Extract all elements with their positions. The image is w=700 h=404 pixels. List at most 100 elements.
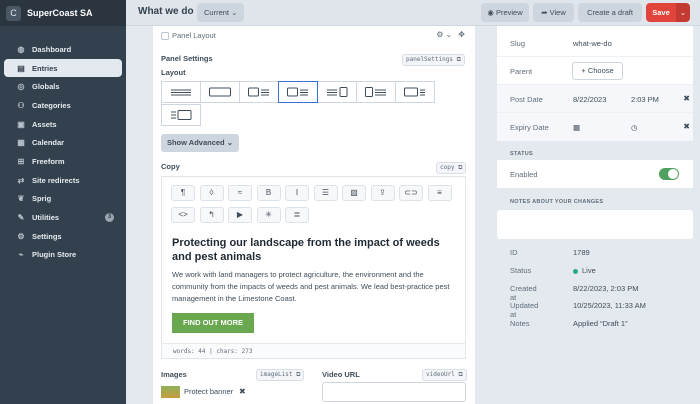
parent-row: Parent + Choose xyxy=(497,57,693,85)
panel-tools[interactable]: ⚙⌄ ✥ xyxy=(436,30,467,39)
panel-layout-checkbox[interactable] xyxy=(161,32,169,40)
rich-text-editor[interactable]: ¶ ◊ ≈ B I ☰ ▨ ⇪ ⊂⊃ ≡ <> ↰ ▶ ✳ ≣ Protecting our landsca… xyxy=(161,176,466,359)
info-label: Status xyxy=(510,266,532,275)
find-out-more-button[interactable]: FIND OUT MORE xyxy=(172,313,254,333)
site-select[interactable]: Current ⌄ xyxy=(197,3,245,22)
editor-heading[interactable]: Protecting our landscape from the impact… xyxy=(172,236,457,264)
status-heading: STATUS xyxy=(510,151,533,157)
layout-icon xyxy=(287,87,308,97)
entries-icon: ▤ xyxy=(17,63,25,73)
sidebar-item-freeform[interactable]: ⊞ Freeform xyxy=(4,152,122,171)
save-button[interactable]: Save xyxy=(646,3,676,22)
sidebar-item-dashboard[interactable]: ◍ Dashboard xyxy=(4,40,122,59)
sidebar-item-utilities[interactable]: ✎ Utilities 3 xyxy=(4,208,122,227)
color-icon[interactable]: ◊ xyxy=(199,185,224,201)
images-handle-text: imageList xyxy=(260,371,293,378)
sidebar-item-label: Calendar xyxy=(32,138,65,148)
sidebar-item-site-redirects[interactable]: ⇄ Site redirects xyxy=(4,171,122,190)
layout-option-4[interactable] xyxy=(278,81,318,103)
clear-expiry-date-icon[interactable]: ✖ xyxy=(683,122,690,131)
post-time-input[interactable]: 2:03 PM xyxy=(631,95,659,104)
notes-textarea[interactable] xyxy=(497,210,693,239)
panel-settings-handle[interactable]: panelSettings ⧉ xyxy=(402,54,465,66)
choose-label: Choose xyxy=(587,66,614,75)
sidebar-item-settings[interactable]: ⚙ Settings xyxy=(4,227,122,246)
layout-option-8[interactable] xyxy=(161,104,201,126)
sidebar-item-label: Site redirects xyxy=(32,175,80,185)
sidebar-item-categories[interactable]: ⚇ Categories xyxy=(4,96,122,115)
copy-icon: ⧉ xyxy=(458,164,463,171)
align-icon[interactable]: ≣ xyxy=(285,207,309,223)
sidebar-item-plugin-store[interactable]: ⌁ Plugin Store xyxy=(4,246,122,265)
preview-label: Preview xyxy=(495,8,523,17)
sidebar-item-sprig[interactable]: ❦ Sprig xyxy=(4,190,122,209)
italic-icon[interactable]: I xyxy=(285,185,309,201)
globe-icon: ◎ xyxy=(17,82,25,92)
panel-layout-label: Panel Layout xyxy=(172,31,216,40)
bullet-list-icon[interactable]: ≡ xyxy=(427,185,452,201)
gear-icon[interactable]: ⚙⌄ xyxy=(436,30,454,39)
create-draft-button[interactable]: Create a draft xyxy=(578,3,642,22)
sidebar-item-globals[interactable]: ◎ Globals xyxy=(4,77,122,96)
layout-option-7[interactable] xyxy=(395,81,435,103)
layout-option-3[interactable] xyxy=(239,81,279,103)
show-advanced-button[interactable]: Show Advanced ⌄ xyxy=(161,134,239,152)
sidebar-item-calendar[interactable]: ▦ Calendar xyxy=(4,133,122,152)
layout-option-5[interactable] xyxy=(317,81,357,103)
char-count: chars: 273 xyxy=(216,348,253,355)
layout-label: Layout xyxy=(161,68,186,77)
sidebar-nav: ◍ Dashboard ▤ Entries ◎ Globals ⚇ Categories ▣ As… xyxy=(0,40,126,264)
redirect-icon: ⇄ xyxy=(17,175,25,185)
layout-option-2[interactable] xyxy=(200,81,240,103)
save-menu-button[interactable]: ⌄ xyxy=(676,3,690,22)
upload-icon[interactable]: ⇪ xyxy=(370,185,395,201)
post-date-row: Post Date 8/22/2023 2:03 PM ✖ xyxy=(497,85,693,113)
enabled-label: Enabled xyxy=(510,170,538,179)
calendar-icon: ▦ xyxy=(17,138,25,148)
image-icon[interactable]: ▨ xyxy=(342,185,366,201)
highlight-icon[interactable]: ≈ xyxy=(228,185,252,201)
panel-settings-label: Panel Settings xyxy=(161,54,213,63)
word-count: words: 44 xyxy=(173,348,206,355)
video-url-handle[interactable]: videoUrl ⧉ xyxy=(422,369,467,381)
paragraph-icon[interactable]: ¶ xyxy=(171,185,195,201)
preview-button[interactable]: ◉ Preview xyxy=(481,3,529,22)
remove-image-icon[interactable]: ✖ xyxy=(239,387,246,396)
copy-handle[interactable]: copy ⧉ xyxy=(436,162,467,174)
expiry-date-row: Expiry Date ▦ ◷ ✖ xyxy=(497,113,693,141)
enabled-toggle[interactable] xyxy=(659,168,679,180)
image-thumbnail[interactable] xyxy=(161,386,180,398)
layout-option-6[interactable] xyxy=(356,81,396,103)
layout-icon xyxy=(404,87,425,97)
bold-icon[interactable]: B xyxy=(256,185,281,201)
layout-option-1[interactable] xyxy=(161,81,201,103)
video-url-input[interactable] xyxy=(322,382,466,402)
clear-post-date-icon[interactable]: ✖ xyxy=(683,94,690,103)
sidebar-item-label: Categories xyxy=(32,100,71,110)
view-button[interactable]: ➦ View xyxy=(533,3,574,22)
post-date-input[interactable]: 8/22/2023 xyxy=(573,95,606,104)
brand[interactable]: C SuperCoast SA xyxy=(0,0,126,26)
calendar-icon[interactable]: ▦ xyxy=(573,123,580,132)
editor-body[interactable]: We work with land managers to protect ag… xyxy=(172,269,452,305)
layout-icon xyxy=(209,87,231,97)
chevron-down-icon: ⌄ xyxy=(231,8,238,17)
choose-parent-button[interactable]: + Choose xyxy=(572,62,623,80)
sidebar-item-entries[interactable]: ▤ Entries xyxy=(4,58,122,78)
slug-row: Slug what-we-do xyxy=(497,29,693,57)
slug-input[interactable]: what-we-do xyxy=(573,39,612,48)
info-value: Live xyxy=(573,266,596,275)
list-icon[interactable]: ☰ xyxy=(313,185,338,201)
undo-icon[interactable]: ↰ xyxy=(199,207,224,223)
sidebar-item-assets[interactable]: ▣ Assets xyxy=(4,115,122,134)
images-handle[interactable]: imageList ⧉ xyxy=(256,369,305,381)
sidebar-item-label: Assets xyxy=(32,119,57,129)
clock-icon[interactable]: ◷ xyxy=(631,123,638,132)
expiry-date-label: Expiry Date xyxy=(510,123,549,132)
special-char-icon[interactable]: ✳ xyxy=(256,207,281,223)
code-icon[interactable]: <> xyxy=(171,207,195,223)
video-icon[interactable]: ▶ xyxy=(228,207,252,223)
move-icon[interactable]: ✥ xyxy=(458,30,467,39)
plug-icon: ⌁ xyxy=(18,250,24,260)
link-icon[interactable]: ⊂⊃ xyxy=(399,185,423,201)
